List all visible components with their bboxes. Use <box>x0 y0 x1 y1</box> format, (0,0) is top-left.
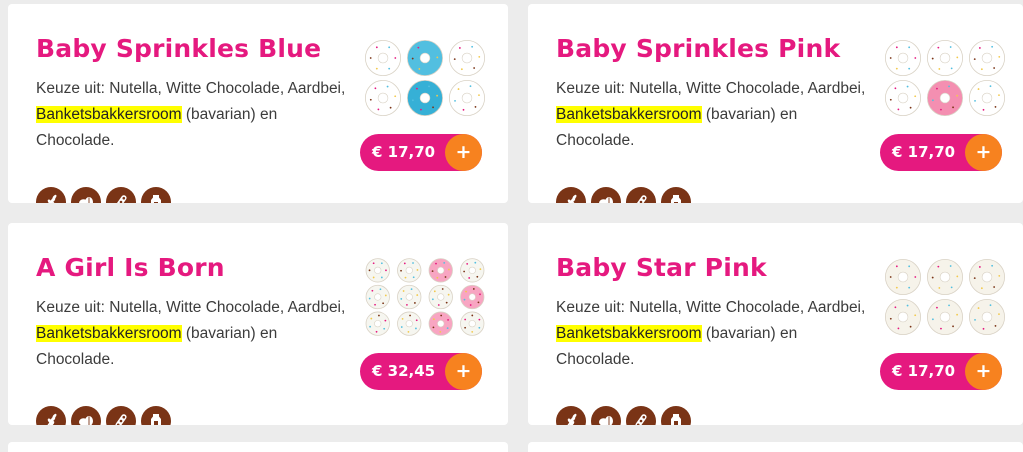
product-image[interactable] <box>882 38 1008 118</box>
donut <box>397 258 422 283</box>
donut <box>884 80 922 117</box>
donut <box>407 39 444 77</box>
price-label: € 17,70 <box>372 143 436 161</box>
price-button[interactable]: € 17,70 + <box>880 134 1002 171</box>
donut <box>884 258 922 296</box>
donut <box>969 39 1006 77</box>
donut <box>969 80 1006 117</box>
wheat-icon <box>36 187 66 203</box>
donut <box>460 258 485 283</box>
donut <box>460 284 485 310</box>
add-to-cart-button[interactable]: + <box>445 353 482 390</box>
donut <box>428 311 453 336</box>
nuts-icon <box>71 406 101 425</box>
donut <box>969 299 1006 336</box>
donut <box>397 284 422 310</box>
donut <box>969 258 1006 296</box>
donut <box>884 299 922 336</box>
price-label: € 17,70 <box>892 143 956 161</box>
highlighted-term: Banketsbakkersroom <box>556 106 702 123</box>
product-title[interactable]: A Girl Is Born <box>36 253 225 282</box>
allergen-icons <box>36 406 171 425</box>
price-button[interactable]: € 17,70 + <box>880 353 1002 390</box>
allergen-icons <box>36 187 171 203</box>
donut <box>407 80 444 117</box>
price-label: € 17,70 <box>892 362 956 380</box>
highlighted-term: Banketsbakkersroom <box>36 106 182 123</box>
price-label: € 32,45 <box>372 362 436 380</box>
allergen-icons <box>556 406 691 425</box>
donut <box>397 311 422 336</box>
donut <box>428 284 453 310</box>
add-to-cart-button[interactable]: + <box>445 134 482 171</box>
product-card[interactable]: Baby Sprinkles Pink Keuze uit: Nutella, … <box>528 4 1023 203</box>
wheat-icon <box>36 406 66 425</box>
product-title[interactable]: Baby Sprinkles Blue <box>36 34 321 63</box>
milk-icon <box>141 187 171 203</box>
milk-icon <box>141 406 171 425</box>
nuts-icon <box>591 187 621 203</box>
product-image[interactable] <box>362 38 488 118</box>
donut <box>927 258 964 296</box>
product-card[interactable]: A Girl Is Born Keuze uit: Nutella, Witte… <box>8 223 508 425</box>
soy-icon <box>106 187 136 203</box>
price-button[interactable]: € 17,70 + <box>360 134 482 171</box>
highlighted-term: Banketsbakkersroom <box>556 325 702 342</box>
donut <box>364 39 402 77</box>
price-button[interactable]: € 32,45 + <box>360 353 482 390</box>
product-card[interactable]: Baby Star Pink Keuze uit: Nutella, Witte… <box>528 223 1023 425</box>
donut <box>365 311 390 336</box>
soy-icon <box>626 406 656 425</box>
nuts-icon <box>591 406 621 425</box>
donut <box>365 258 390 283</box>
soy-icon <box>106 406 136 425</box>
product-card-partial[interactable] <box>8 442 508 452</box>
product-description: Keuze uit: Nutella, Witte Chocolade, Aar… <box>36 299 346 368</box>
add-to-cart-button[interactable]: + <box>965 353 1002 390</box>
wheat-icon <box>556 187 586 203</box>
allergen-icons <box>556 187 691 203</box>
soy-icon <box>626 187 656 203</box>
donut <box>884 39 922 77</box>
donut <box>449 39 486 77</box>
product-image[interactable] <box>362 257 488 337</box>
product-image[interactable] <box>882 257 1008 337</box>
donut <box>460 311 485 336</box>
donut <box>927 39 964 77</box>
product-description: Keuze uit: Nutella, Witte Chocolade, Aar… <box>36 80 346 149</box>
product-title[interactable]: Baby Star Pink <box>556 253 767 282</box>
donut <box>927 80 964 117</box>
product-title[interactable]: Baby Sprinkles Pink <box>556 34 840 63</box>
nuts-icon <box>71 187 101 203</box>
milk-icon <box>661 406 691 425</box>
add-to-cart-button[interactable]: + <box>965 134 1002 171</box>
donut <box>365 284 390 310</box>
product-card-partial[interactable] <box>528 442 1023 452</box>
donut <box>449 80 486 117</box>
product-card[interactable]: Baby Sprinkles Blue Keuze uit: Nutella, … <box>8 4 508 203</box>
donut <box>364 80 402 117</box>
donut <box>927 299 964 336</box>
milk-icon <box>661 187 691 203</box>
highlighted-term: Banketsbakkersroom <box>36 325 182 342</box>
product-description: Keuze uit: Nutella, Witte Chocolade, Aar… <box>556 299 866 368</box>
wheat-icon <box>556 406 586 425</box>
donut <box>428 258 453 283</box>
product-description: Keuze uit: Nutella, Witte Chocolade, Aar… <box>556 80 866 149</box>
